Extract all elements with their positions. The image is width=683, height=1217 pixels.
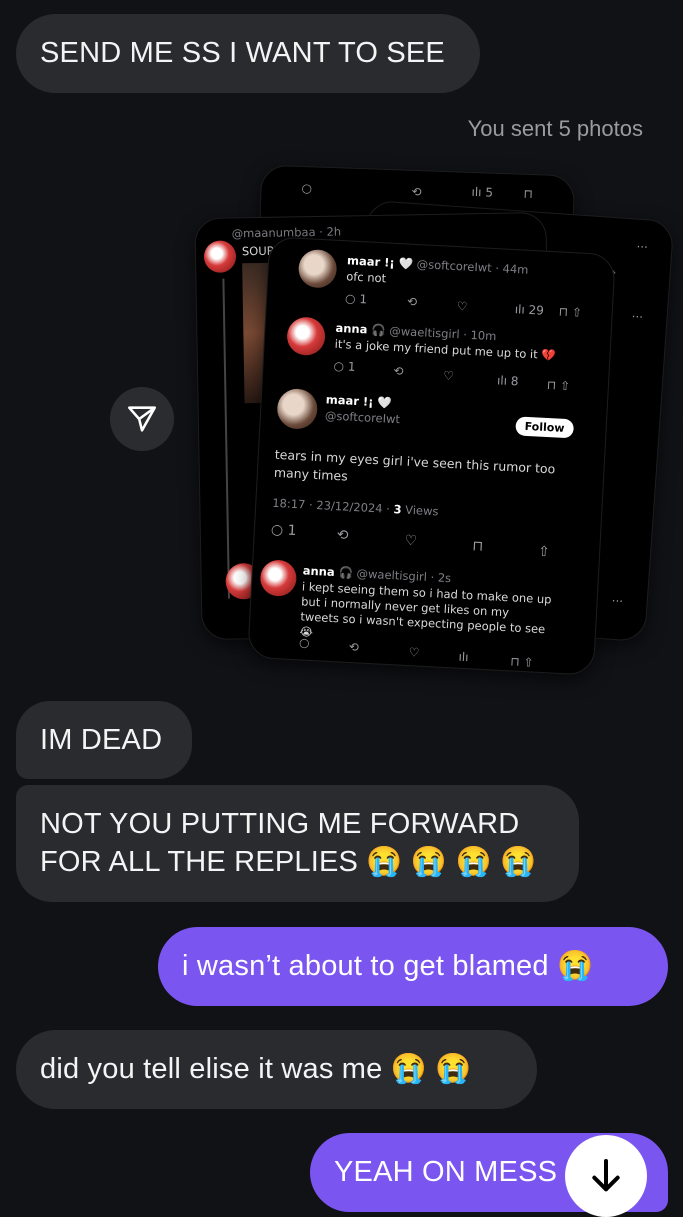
screenshot-card-front: maar !¡ 🤍 @softcoreIwt · 44m ofc not ○ 1…	[247, 236, 616, 676]
arrow-down-icon	[592, 1159, 620, 1192]
avatar	[297, 248, 338, 289]
share-button[interactable]	[110, 387, 174, 451]
message-received-4[interactable]: did you tell elise it was me 😭 😭	[16, 1030, 537, 1109]
message-text: YEAH ON MESS	[334, 1156, 558, 1188]
message-text: IM DEAD	[40, 724, 163, 756]
message-received-3[interactable]: NOT YOU PUTTING ME FORWARD FOR ALL THE R…	[16, 785, 579, 902]
message-text: i wasn’t about to get blamed 😭	[182, 950, 594, 982]
avatar	[203, 240, 237, 273]
tweet-text: it's a joke my friend put me up to it 💔	[334, 336, 557, 363]
photos-sent-label: You sent 5 photos	[467, 116, 643, 141]
photo-stack[interactable]: ○ ⟲ ılı 5 ⊓ ··· ⊓ ⇧ ··· ⊓ ⇧ ⊓ ⇧ ⊓ ⇧ ⊓ ⇧ …	[194, 164, 675, 676]
message-sent-1[interactable]: i wasn’t about to get blamed 😭	[158, 927, 668, 1006]
avatar	[286, 316, 327, 357]
message-text: did you tell elise it was me 😭 😭	[40, 1053, 472, 1085]
send-share-icon	[127, 406, 157, 432]
thread-line	[222, 278, 230, 599]
avatar	[276, 387, 319, 430]
message-received-2[interactable]: IM DEAD	[16, 701, 192, 779]
tweet-text: tears in my eyes girl i've seen this rum…	[273, 446, 556, 484]
tweet-text: i kept seeing them so i had to make one …	[299, 579, 552, 640]
message-text: SEND ME SS I WANT TO SEE	[40, 37, 445, 69]
message-text: NOT YOU PUTTING ME FORWARD FOR ALL THE R…	[40, 808, 537, 878]
follow-button: Follow	[515, 416, 575, 439]
tweet-text: ofc not	[345, 269, 387, 286]
scroll-to-bottom-button[interactable]	[565, 1135, 647, 1217]
avatar	[259, 559, 298, 598]
message-received-1[interactable]: SEND ME SS I WANT TO SEE	[16, 14, 480, 93]
